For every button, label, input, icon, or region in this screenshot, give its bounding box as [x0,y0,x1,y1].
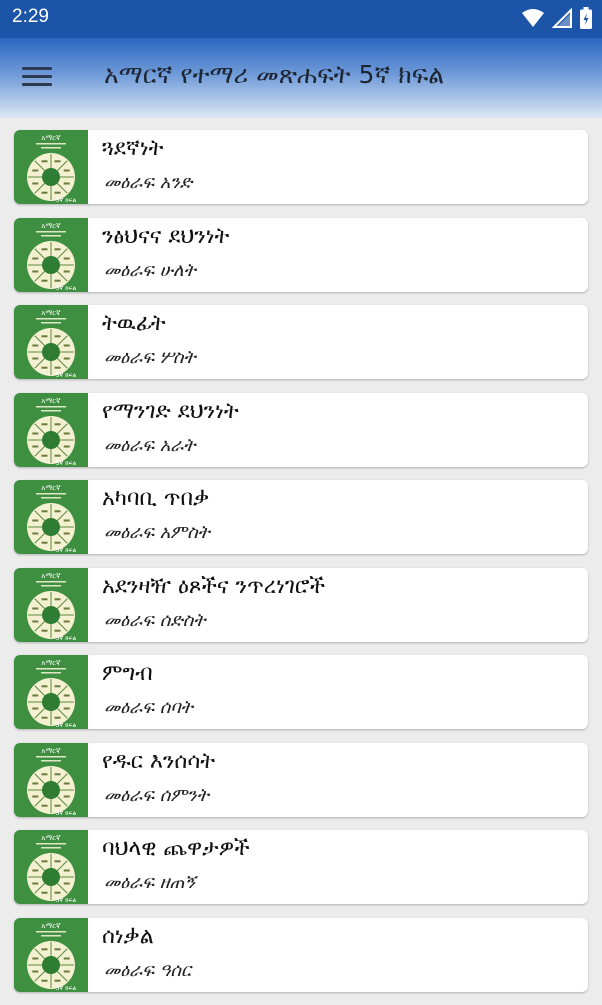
book-cover-thumbnail: አማርኛ 5ኛ ክፍል [14,217,88,292]
chapter-subtitle: መዕራፍ አራት [104,434,196,456]
svg-text:5ኛ ክፍል: 5ኛ ክፍል [56,985,77,992]
chapter-list: አማርኛ 5ኛ ክፍል ጓደኛነት መዕራፍ አንድ አማርኛ 5ኛ ክፍል ንፅ… [14,130,588,1005]
svg-text:አማርኛ: አማርኛ [41,922,61,930]
svg-text:5ኛ ክፍል: 5ኛ ክፍል [56,635,77,642]
chapter-card[interactable]: አማርኛ 5ኛ ክፍል ምግብ መዕራፍ ሰባት [14,655,588,729]
book-cover-thumbnail: አማርኛ 5ኛ ክፍል [14,130,88,204]
chapter-card[interactable]: አማርኛ 5ኛ ክፍል አካባቢ ጥበቃ መዕራፍ አምስት [14,480,588,554]
chapter-card[interactable]: አማርኛ 5ኛ ክፍል አደንዛዥ ዕጾችና ንጥረነገሮች መዕራፍ ሰድስት [14,567,588,642]
book-cover-thumbnail: አማርኛ 5ኛ ክፍል [14,567,88,642]
svg-text:አማርኛ: አማርኛ [41,659,61,667]
svg-text:5ኛ ክፍል: 5ኛ ክፍል [56,372,77,379]
svg-text:አማርኛ: አማርኛ [41,309,61,317]
app-bar: አማርኛ የተማሪ መጽሐፍት 5ኛ ክፍል [0,38,602,118]
svg-text:አማርኛ: አማርኛ [41,134,61,142]
svg-text:አማርኛ: አማርኛ [41,222,61,230]
book-cover-thumbnail: አማርኛ 5ኛ ክፍል [14,480,88,554]
chapter-title: ሰነቃል [102,923,154,949]
status-icons [522,7,592,29]
chapter-title: አደንዛዥ ዕጾችና ንጥረነገሮች [102,573,326,599]
chapter-card[interactable]: አማርኛ 5ኛ ክፍል ባህላዊ ጨዋታዎች መዕራፍ ዘጠኝ [14,830,588,904]
svg-text:5ኛ ክፍል: 5ኛ ክፍል [56,547,77,554]
chapter-card[interactable]: አማርኛ 5ኛ ክፍል ንፅህናና ደህንነት መዕራፍ ሁለት [14,217,588,292]
signal-icon [552,8,572,28]
svg-text:5ኛ ክፍል: 5ኛ ክፍል [56,285,77,292]
menu-button[interactable] [22,62,58,94]
chapter-title: ንፅህናና ደህንነት [102,223,230,249]
book-cover-thumbnail: አማርኛ 5ኛ ክፍል [14,655,88,729]
chapter-subtitle: መዕራፍ ሦስት [104,347,196,368]
svg-text:አማርኛ: አማርኛ [41,484,61,492]
svg-text:አማርኛ: አማርኛ [41,397,61,405]
svg-text:5ኛ ክፍል: 5ኛ ክፍል [56,460,77,467]
status-bar: 2:29 [0,0,602,38]
chapter-title: ምግብ [102,661,153,686]
status-time: 2:29 [12,6,49,27]
chapter-subtitle: መዕራፍ ሰምንት [104,784,209,806]
chapter-card[interactable]: አማርኛ 5ኛ ክፍል ሰነቃል መዕራፍ ዓሰር [14,917,588,992]
chapter-card[interactable]: አማርኛ 5ኛ ክፍል ትዉፊት መዕራፍ ሦስት [14,305,588,379]
book-cover-thumbnail: አማርኛ 5ኛ ክፍል [14,917,88,992]
svg-text:5ኛ ክፍል: 5ኛ ክፍል [56,810,77,817]
svg-text:አማርኛ: አማርኛ [41,834,61,842]
chapter-subtitle: መዕራፍ አምስት [104,522,210,543]
chapter-title: ባህላዊ ጨዋታዎች [102,836,250,861]
chapter-title: የማንገድ ደህንነት [102,398,239,424]
chapter-subtitle: መዕራፍ ዓሰር [104,959,191,981]
chapter-card[interactable]: አማርኛ 5ኛ ክፍል የማንገድ ደህንነት መዕራፍ አራት [14,392,588,467]
chapter-title: የዱር እንሰሳት [102,748,216,774]
svg-text:5ኛ ክፍል: 5ኛ ክፍል [56,197,77,204]
chapter-subtitle: መዕራፍ ሰባት [104,697,193,718]
chapter-subtitle: መዕራፍ ሰድስት [104,609,206,631]
app-title: አማርኛ የተማሪ መጽሐፍት 5ኛ ክፍል [104,60,445,89]
hamburger-icon-line [22,67,52,70]
chapter-subtitle: መዕራፍ አንድ [104,172,193,193]
hamburger-icon-line [22,83,52,86]
svg-text:5ኛ ክፍል: 5ኛ ክፍል [56,897,77,904]
hamburger-icon-line [22,75,52,78]
chapter-subtitle: መዕራፍ ሁለት [104,259,196,281]
svg-text:አማርኛ: አማርኛ [41,572,61,580]
battery-icon [580,7,592,29]
chapter-card[interactable]: አማርኛ 5ኛ ክፍል የዱር እንሰሳት መዕራፍ ሰምንት [14,742,588,817]
svg-text:አማርኛ: አማርኛ [41,747,61,755]
book-cover-thumbnail: አማርኛ 5ኛ ክፍል [14,742,88,817]
book-cover-thumbnail: አማርኛ 5ኛ ክፍል [14,392,88,467]
chapter-title: አካባቢ ጥበቃ [102,486,210,511]
wifi-icon [522,9,544,27]
chapter-card[interactable]: አማርኛ 5ኛ ክፍል ጓደኛነት መዕራፍ አንድ [14,130,588,204]
book-cover-thumbnail: አማርኛ 5ኛ ክፍል [14,305,88,379]
chapter-subtitle: መዕራፍ ዘጠኝ [104,872,196,893]
svg-text:5ኛ ክፍል: 5ኛ ክፍል [56,722,77,729]
chapter-title: ጓደኛነት [102,136,164,161]
book-cover-thumbnail: አማርኛ 5ኛ ክፍል [14,830,88,904]
chapter-title: ትዉፊት [102,311,166,336]
